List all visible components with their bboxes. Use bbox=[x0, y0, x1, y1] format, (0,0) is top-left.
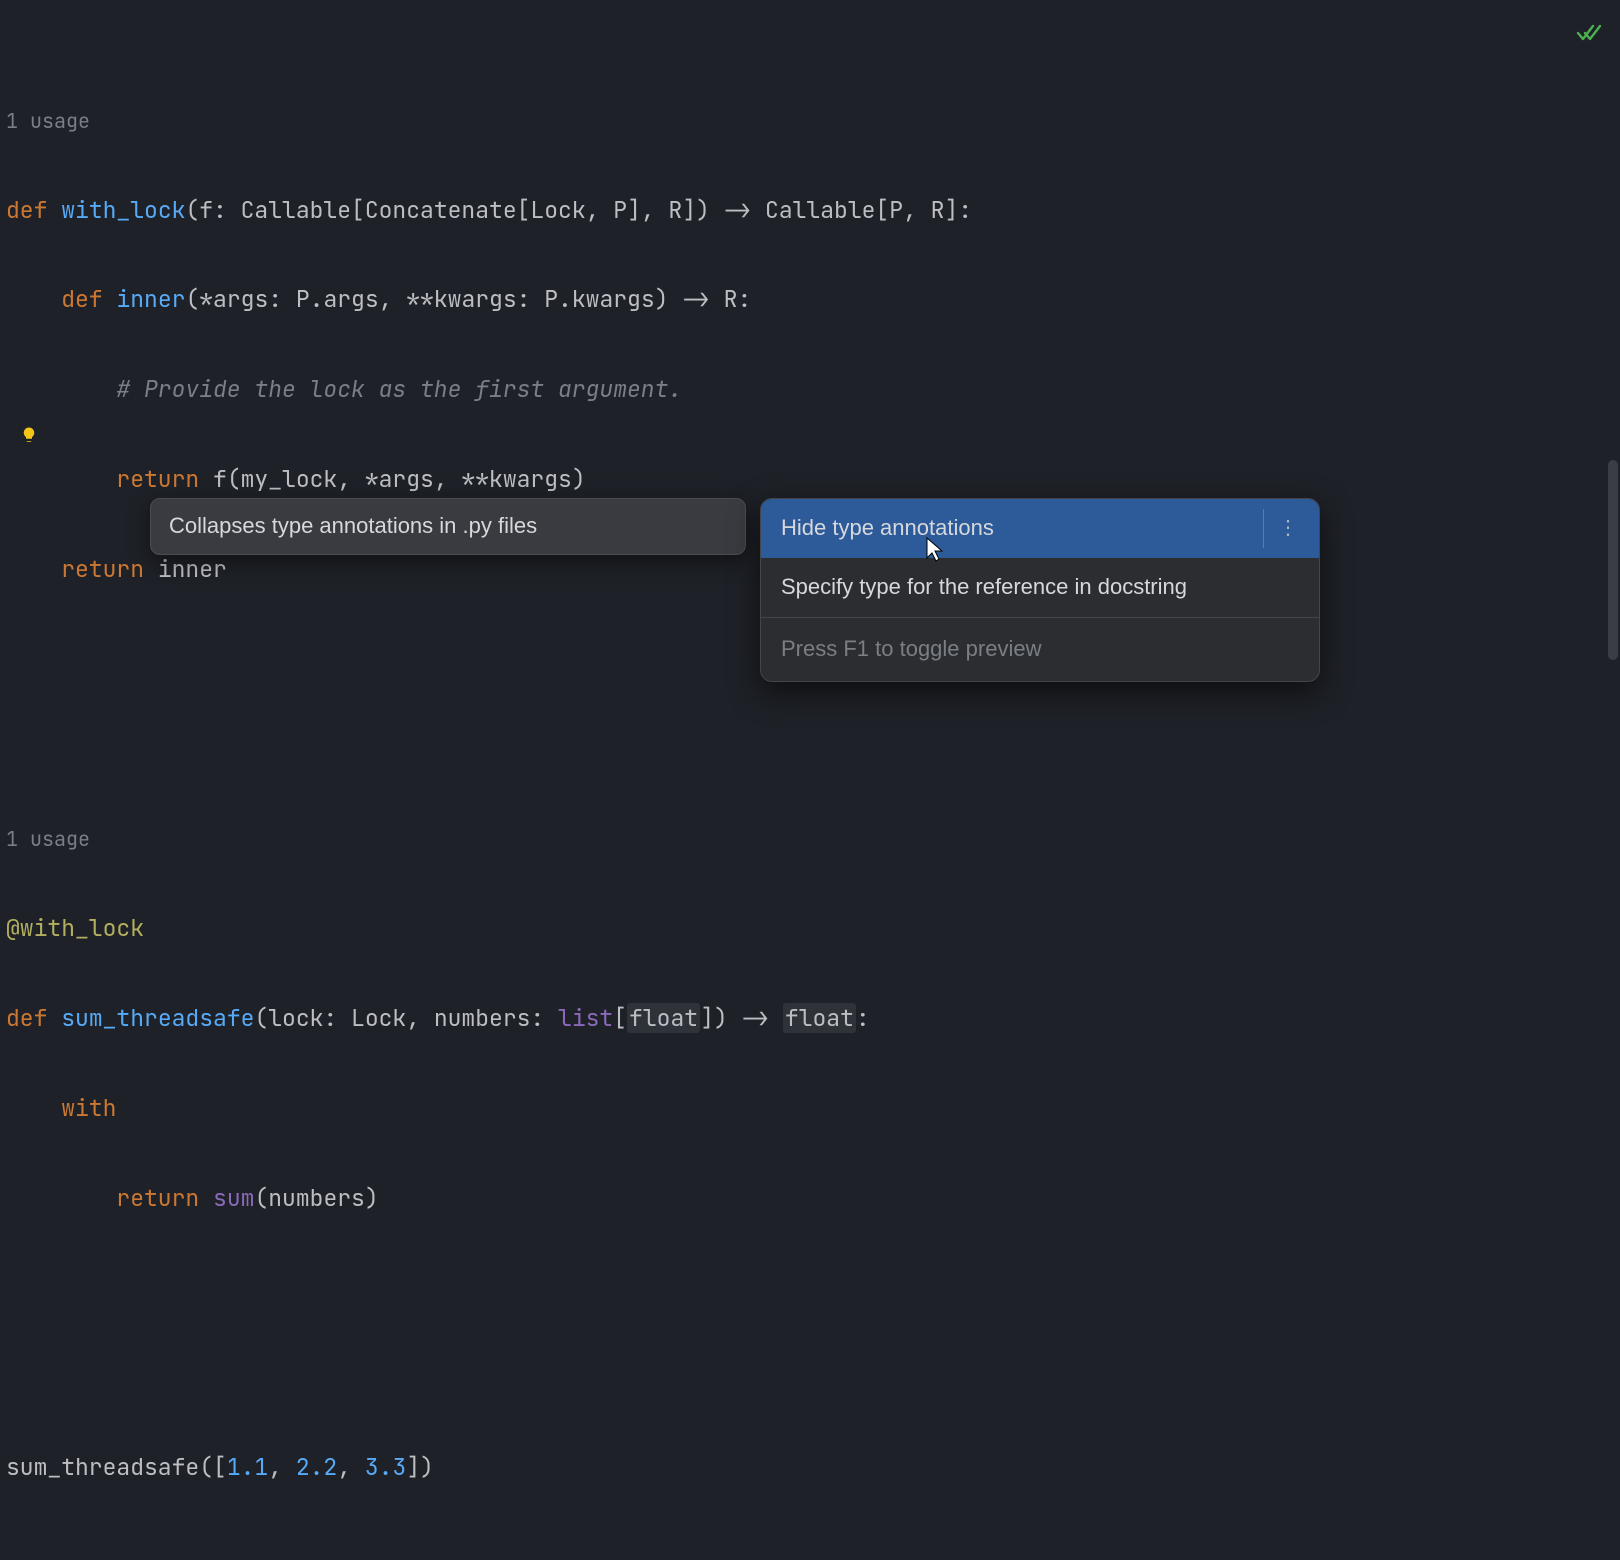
code-text: ) -> bbox=[714, 1003, 783, 1033]
function-name-inner: inner bbox=[116, 284, 185, 314]
keyword-def: def bbox=[6, 1003, 47, 1033]
keyword-def: def bbox=[6, 195, 47, 225]
code-text: (f: Callable[Concatenate[Lock, P], R]) -… bbox=[185, 195, 972, 225]
code-text: f(my_lock, *args, **kwargs) bbox=[199, 464, 585, 494]
code-text: ] bbox=[700, 1003, 714, 1033]
keyword-return: return bbox=[61, 554, 144, 584]
usage-hint[interactable]: 1 usage bbox=[6, 108, 90, 134]
popup-item-specify-type[interactable]: Specify type for the reference in docstr… bbox=[761, 558, 1319, 617]
type-float: float bbox=[783, 1003, 856, 1033]
comment: # Provide the lock as the first argument… bbox=[116, 374, 682, 404]
code-text bbox=[116, 1093, 130, 1123]
popup-item-label: Specify type for the reference in docstr… bbox=[781, 566, 1187, 609]
keyword-def: def bbox=[61, 284, 102, 314]
popup-item-label: Hide type annotations bbox=[781, 507, 994, 550]
code-text: sum_threadsafe([ bbox=[6, 1452, 227, 1482]
code-text: , bbox=[268, 1452, 296, 1482]
code-editor[interactable]: 1 usage def with_lock(f: Callable[Concat… bbox=[0, 0, 1620, 1560]
code-text: ]) bbox=[406, 1452, 434, 1482]
intention-popup[interactable]: Hide type annotations ⋮ Specify type for… bbox=[760, 498, 1320, 682]
keyword-with: with bbox=[61, 1093, 116, 1123]
number-literal: 3.3 bbox=[365, 1452, 406, 1482]
keyword-return: return bbox=[116, 464, 199, 494]
builtin-sum: sum bbox=[213, 1183, 254, 1213]
number-literal: 2.2 bbox=[296, 1452, 337, 1482]
vertical-scrollbar[interactable] bbox=[1608, 460, 1618, 660]
type-float-selected[interactable]: float bbox=[627, 1003, 700, 1033]
code-text: : bbox=[856, 1003, 870, 1033]
type-list: list bbox=[558, 1003, 613, 1033]
function-name-with-lock: with_lock bbox=[61, 195, 185, 225]
more-options-icon[interactable]: ⋮ bbox=[1263, 509, 1299, 548]
popup-item-hide-annotations[interactable]: Hide type annotations ⋮ bbox=[761, 499, 1319, 558]
code-text: [ bbox=[613, 1003, 627, 1033]
popup-footer: Press F1 to toggle preview bbox=[761, 617, 1319, 681]
popup-footer-text: Press F1 to toggle preview bbox=[781, 636, 1041, 661]
function-name-sum-threadsafe: sum_threadsafe bbox=[61, 1003, 254, 1033]
code-text: (lock: Lock, numbers: bbox=[254, 1003, 558, 1033]
keyword-return: return bbox=[116, 1183, 199, 1213]
code-text: (*args: P.args, **kwargs: P.kwargs) -> R… bbox=[185, 284, 751, 314]
code-text: inner bbox=[144, 554, 227, 584]
intention-bulb-icon[interactable] bbox=[20, 418, 38, 457]
tooltip-text: Collapses type annotations in .py files bbox=[169, 513, 537, 538]
number-literal: 1.1 bbox=[227, 1452, 268, 1482]
tooltip: Collapses type annotations in .py files bbox=[150, 498, 746, 555]
usage-hint[interactable]: 1 usage bbox=[6, 826, 90, 852]
decorator: @with_lock bbox=[6, 913, 144, 943]
code-text: , bbox=[337, 1452, 365, 1482]
code-text: (numbers) bbox=[254, 1183, 378, 1213]
inspection-ok-icon[interactable] bbox=[1576, 14, 1602, 59]
